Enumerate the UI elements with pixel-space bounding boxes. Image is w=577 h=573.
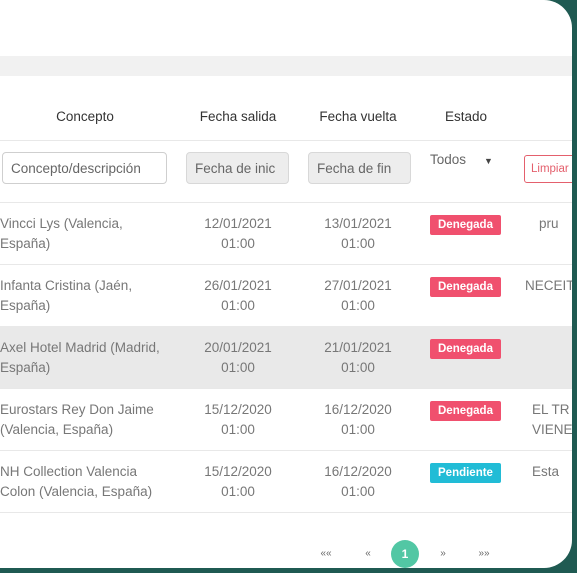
fecha-salida-cell: 15/12/2020 01:00 [188,400,288,440]
last-page-button[interactable]: »» [478,539,489,568]
table-row[interactable]: NH Collection Valencia Colon (Valencia, … [0,450,572,513]
table-row[interactable]: Eurostars Rey Don Jaime (Valencia, Españ… [0,388,572,451]
concepto-cell: Vincci Lys (Valencia, España) [0,216,123,251]
concepto-cell: NH Collection Valencia Colon (Valencia, … [0,464,153,499]
observaciones-cell: Esta [532,462,572,482]
toolbar-band [0,56,572,76]
pagination: «« « 1 » »» [0,539,572,568]
vuelta-time: 01:00 [341,298,375,313]
status-badge: Pendiente [430,463,501,483]
header-fecha-vuelta[interactable]: Fecha vuelta [319,109,396,124]
page-card: Concepto Fecha salida Fecha vuelta Estad… [0,0,572,568]
table-row[interactable]: Infanta Cristina (Jaén, España) 26/01/202… [0,264,572,327]
vuelta-date: 21/01/2021 [324,340,392,355]
prev-page-button[interactable]: « [365,539,371,568]
concepto-filter-input[interactable] [2,152,167,184]
status-badge: Denegada [430,215,501,235]
fecha-vuelta-cell: 27/01/2021 01:00 [308,276,408,316]
salida-date: 15/12/2020 [204,402,272,417]
fecha-salida-cell: 15/12/2020 01:00 [188,462,288,502]
vuelta-date: 27/01/2021 [324,278,392,293]
concepto-cell: Eurostars Rey Don Jaime (Valencia, Españ… [0,402,154,437]
obs-line-1: Esta [532,464,560,479]
caret-down-icon: ▼ [484,156,493,166]
vuelta-time: 01:00 [341,484,375,499]
fecha-salida-cell: 20/01/2021 01:00 [188,338,288,378]
concepto-cell: Infanta Cristina (Jaén, España) [0,278,133,313]
estado-filter-select[interactable]: Todos ▼ [430,152,493,167]
salida-time: 01:00 [221,236,255,251]
salida-date: 12/01/2021 [204,216,272,231]
status-badge: Denegada [430,339,501,359]
vuelta-time: 01:00 [341,360,375,375]
vuelta-time: 01:00 [341,236,375,251]
observaciones-cell: pru [539,214,572,234]
page-1-button[interactable]: 1 [391,540,419,568]
concepto-cell: Axel Hotel Madrid (Madrid, España) [0,340,160,375]
salida-time: 01:00 [221,484,255,499]
obs-line-1: NECEIT [525,278,572,293]
fecha-vuelta-cell: 13/01/2021 01:00 [308,214,408,254]
fecha-vuelta-cell: 16/12/2020 01:00 [308,400,408,440]
status-badge: Denegada [430,401,501,421]
filter-row: Todos ▼ Limpiar [0,140,572,203]
obs-line-2: VIENE N [532,422,572,437]
salida-date: 15/12/2020 [204,464,272,479]
estado-filter-value: Todos [430,152,467,167]
fecha-vuelta-cell: 16/12/2020 01:00 [308,462,408,502]
observaciones-cell: EL TR VIENE N [532,400,572,440]
table-header: Concepto Fecha salida Fecha vuelta Estad… [0,78,572,141]
table-row[interactable]: Axel Hotel Madrid (Madrid, España) 20/01/… [0,326,572,389]
fecha-salida-cell: 12/01/2021 01:00 [188,214,288,254]
salida-time: 01:00 [221,422,255,437]
obs-line-1: pru [539,216,559,231]
fecha-salida-cell: 26/01/2021 01:00 [188,276,288,316]
obs-line-1: EL TR [532,402,570,417]
first-page-button[interactable]: «« [320,539,331,568]
salida-time: 01:00 [221,360,255,375]
vuelta-time: 01:00 [341,422,375,437]
vuelta-date: 16/12/2020 [324,464,392,479]
observaciones-cell [539,338,572,358]
salida-date: 26/01/2021 [204,278,272,293]
fecha-fin-filter-input[interactable] [308,152,411,184]
vuelta-date: 13/01/2021 [324,216,392,231]
next-page-button[interactable]: » [440,539,446,568]
salida-time: 01:00 [221,298,255,313]
fecha-vuelta-cell: 21/01/2021 01:00 [308,338,408,378]
status-badge: Denegada [430,277,501,297]
header-fecha-salida[interactable]: Fecha salida [200,109,277,124]
vuelta-date: 16/12/2020 [324,402,392,417]
observaciones-cell: NECEIT [525,276,572,296]
fecha-inicio-filter-input[interactable] [186,152,289,184]
header-estado[interactable]: Estado [445,109,487,124]
table-row[interactable]: Vincci Lys (Valencia, España) 12/01/2021 0… [0,202,572,265]
header-concepto[interactable]: Concepto [56,109,114,124]
salida-date: 20/01/2021 [204,340,272,355]
clear-filters-button[interactable]: Limpiar [524,155,572,183]
